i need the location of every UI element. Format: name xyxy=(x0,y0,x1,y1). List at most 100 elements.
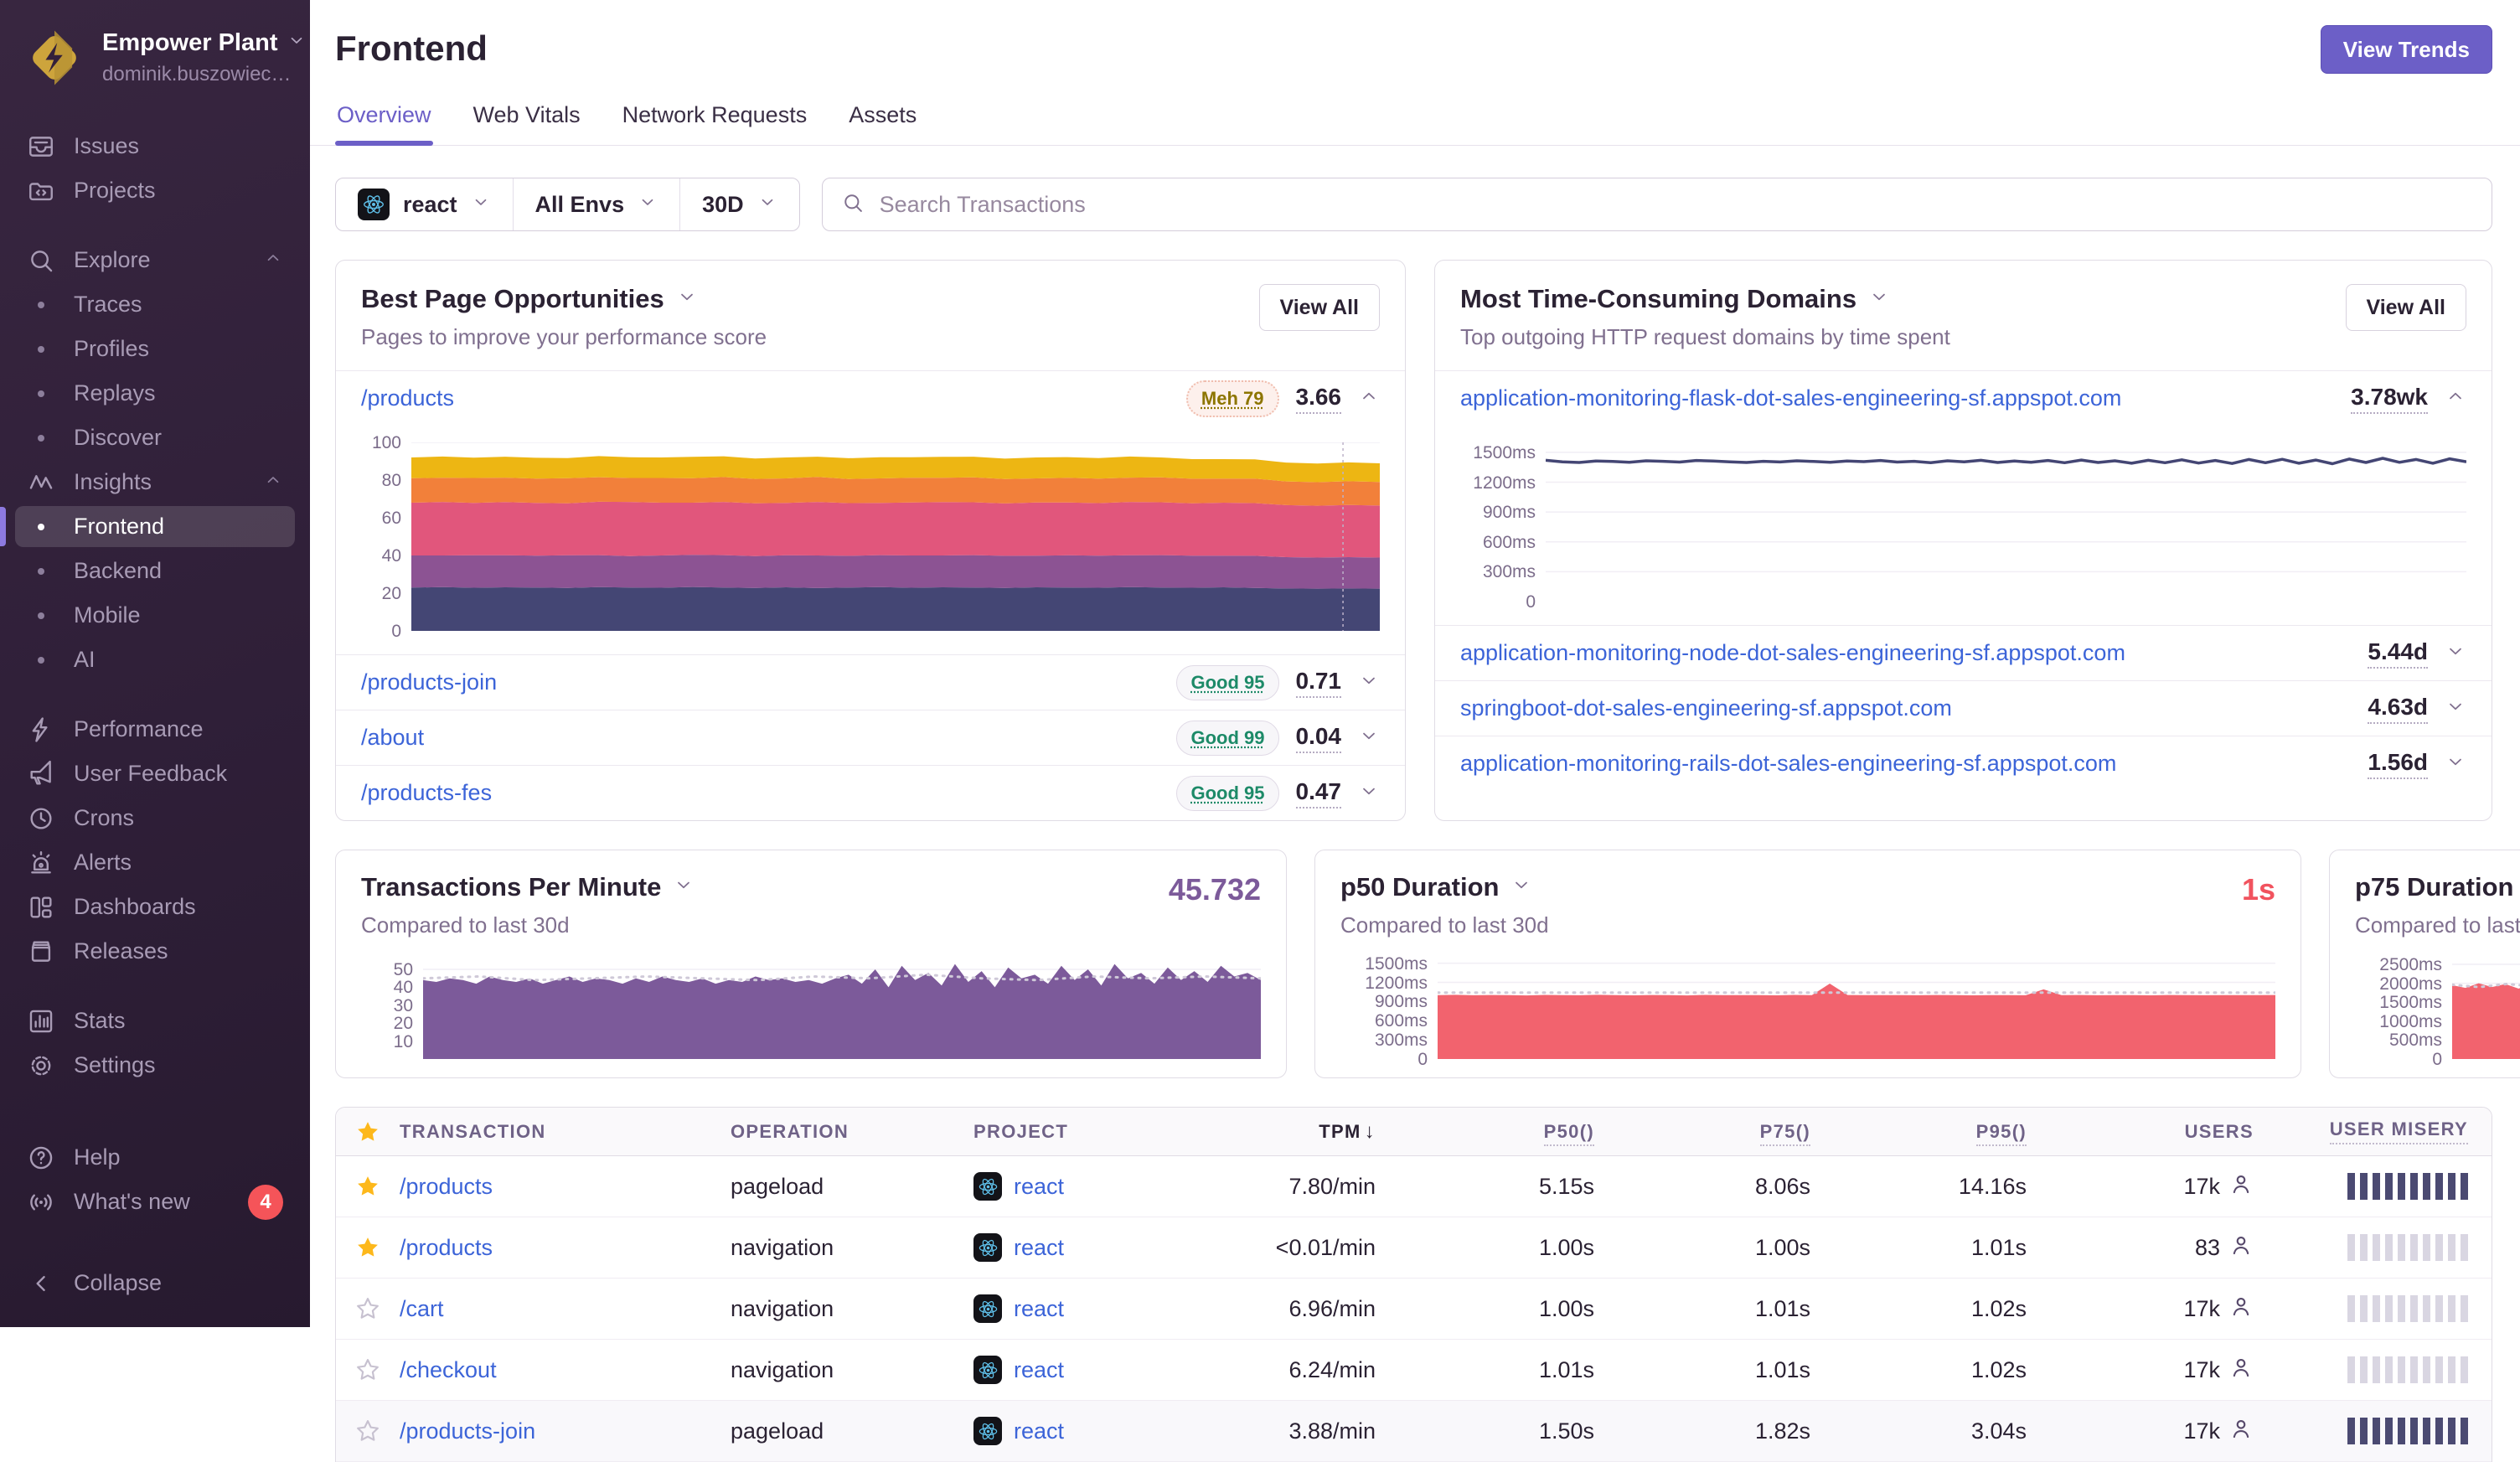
sidebar-item-issues[interactable]: Issues xyxy=(0,124,310,168)
sidebar-item-label: Backend xyxy=(74,558,163,583)
p95-cell: 1.02s xyxy=(1970,1295,2027,1321)
sidebar-item-mobile[interactable]: Mobile xyxy=(0,593,310,638)
tab-network-requests[interactable]: Network Requests xyxy=(621,92,809,145)
column-header-p75[interactable]: P75() xyxy=(1599,1120,1815,1146)
sidebar-item-stats[interactable]: Stats xyxy=(0,999,310,1043)
domain-link[interactable]: springboot-dot-sales-engineering-sf.apps… xyxy=(1460,695,1952,721)
column-header-p50[interactable]: P50() xyxy=(1381,1120,1599,1146)
sidebar-item-ai[interactable]: AI xyxy=(0,638,310,682)
panel-title[interactable]: Most Time-Consuming Domains xyxy=(1460,284,1950,314)
view-trends-button[interactable]: View Trends xyxy=(2320,25,2492,74)
star-filled-icon[interactable] xyxy=(336,1174,400,1199)
sidebar-item-profiles[interactable]: Profiles xyxy=(0,327,310,371)
sidebar-item-releases[interactable]: Releases xyxy=(0,929,310,974)
sidebar-item-collapse[interactable]: Collapse xyxy=(0,1261,310,1305)
sidebar-item-discover[interactable]: Discover xyxy=(0,416,310,460)
bullet-icon xyxy=(38,567,44,575)
p50-chart[interactable] xyxy=(1438,957,2275,1059)
column-header-project[interactable]: PROJECT xyxy=(973,1121,1164,1143)
chevron-down-icon[interactable] xyxy=(1358,780,1380,806)
transaction-link[interactable]: /products-fes xyxy=(361,780,492,806)
view-all-button[interactable]: View All xyxy=(2345,284,2466,331)
transaction-link[interactable]: /checkout xyxy=(400,1357,497,1382)
tab-assets[interactable]: Assets xyxy=(847,92,918,145)
project-link[interactable]: react xyxy=(1014,1296,1064,1322)
tab-overview[interactable]: Overview xyxy=(335,92,433,146)
project-link[interactable]: react xyxy=(1014,1357,1064,1383)
transaction-link[interactable]: /products xyxy=(400,1174,493,1199)
star-outline-icon[interactable] xyxy=(336,1418,400,1444)
tpm-chart[interactable] xyxy=(423,957,1261,1059)
sidebar-item-alerts[interactable]: Alerts xyxy=(0,840,310,885)
star-outline-icon[interactable] xyxy=(336,1357,400,1382)
transaction-link[interactable]: /products xyxy=(361,385,454,411)
table-row: /cart navigation react 6.96/min 1.00s 1.… xyxy=(336,1279,2492,1340)
column-header-p95[interactable]: P95() xyxy=(1815,1120,2032,1146)
sidebar-item-performance[interactable]: Performance xyxy=(0,707,310,752)
p75-chart[interactable] xyxy=(2452,957,2520,1059)
domain-link[interactable]: application-monitoring-flask-dot-sales-e… xyxy=(1460,385,2121,411)
project-link[interactable]: react xyxy=(1014,1418,1064,1444)
column-header-tpm[interactable]: TPM ↓ xyxy=(1164,1120,1381,1144)
sidebar-item-user-feedback[interactable]: User Feedback xyxy=(0,752,310,796)
tab-web-vitals[interactable]: Web Vitals xyxy=(472,92,582,145)
score-badge: Good 95 xyxy=(1176,664,1279,700)
star-filled-icon[interactable] xyxy=(336,1235,400,1260)
sidebar-item-help[interactable]: Help xyxy=(0,1135,310,1180)
p75-card: p75 Duration Compared to last 30d 2s 250… xyxy=(2329,850,2520,1078)
chevron-up-icon[interactable] xyxy=(2445,385,2466,411)
y-axis: 1500ms 1200ms 900ms 600ms 300ms 0 xyxy=(1473,443,1536,612)
sidebar-item-what-s-new[interactable]: What's new 4 xyxy=(0,1180,310,1224)
score-breakdown-chart[interactable] xyxy=(411,442,1380,631)
chevron-up-icon[interactable] xyxy=(1358,385,1380,411)
transaction-link[interactable]: /products-join xyxy=(361,669,497,695)
card-title[interactable]: p75 Duration xyxy=(2355,872,2520,902)
app-root: Empower Plant dominik.buszowiec… Issues P… xyxy=(0,0,2520,1462)
sidebar-item-traces[interactable]: Traces xyxy=(0,282,310,327)
bullet-icon xyxy=(38,390,44,397)
chevron-down-icon[interactable] xyxy=(1358,725,1380,751)
sidebar-item-projects[interactable]: Projects xyxy=(0,168,310,213)
chevron-down-icon[interactable] xyxy=(2445,640,2466,666)
sidebar-item-dashboards[interactable]: Dashboards xyxy=(0,885,310,929)
column-header-label: TRANSACTION xyxy=(400,1120,546,1142)
domain-row-featured: application-monitoring-flask-dot-sales-e… xyxy=(1435,370,2492,426)
card-title[interactable]: Transactions Per Minute xyxy=(361,872,695,902)
transaction-link[interactable]: /about xyxy=(361,725,424,751)
domain-link[interactable]: application-monitoring-rails-dot-sales-e… xyxy=(1460,751,2116,777)
domain-link[interactable]: application-monitoring-node-dot-sales-en… xyxy=(1460,640,2125,666)
column-header-transaction[interactable]: TRANSACTION xyxy=(400,1121,731,1143)
project-filter[interactable]: react xyxy=(336,178,514,230)
transaction-link[interactable]: /products xyxy=(400,1235,493,1260)
column-header-operation[interactable]: OPERATION xyxy=(731,1121,973,1143)
domain-duration-chart[interactable] xyxy=(1546,442,2466,602)
transaction-link[interactable]: /cart xyxy=(400,1296,444,1321)
sidebar-item-backend[interactable]: Backend xyxy=(0,549,310,593)
star-outline-icon[interactable] xyxy=(336,1296,400,1321)
search-transactions-field[interactable] xyxy=(821,178,2492,231)
project-link[interactable]: react xyxy=(1014,1174,1064,1200)
star-icon[interactable] xyxy=(336,1119,400,1144)
date-range-filter[interactable]: 30D xyxy=(680,178,799,230)
org-switcher[interactable]: Empower Plant dominik.buszowiec… xyxy=(0,22,310,90)
chevron-down-icon[interactable] xyxy=(1358,669,1380,695)
panel-title[interactable]: Best Page Opportunities xyxy=(361,284,767,314)
project-link[interactable]: react xyxy=(1014,1235,1064,1261)
environment-filter[interactable]: All Envs xyxy=(514,178,681,230)
sidebar-item-settings[interactable]: Settings xyxy=(0,1043,310,1087)
view-all-button[interactable]: View All xyxy=(1258,284,1380,331)
column-header-users[interactable]: USERS xyxy=(2032,1121,2259,1143)
user-misery-bars xyxy=(2342,1356,2468,1383)
column-header-user-misery[interactable]: USER MISERY xyxy=(2259,1118,2492,1144)
search-transactions-input[interactable] xyxy=(877,190,2473,219)
transaction-link[interactable]: /products-join xyxy=(400,1418,535,1444)
sidebar-item-explore[interactable]: Explore xyxy=(0,238,310,282)
crons-icon xyxy=(27,804,55,833)
card-title[interactable]: p50 Duration xyxy=(1340,872,1549,902)
sidebar-item-replays[interactable]: Replays xyxy=(0,371,310,416)
sidebar-item-crons[interactable]: Crons xyxy=(0,796,310,840)
chevron-down-icon[interactable] xyxy=(2445,751,2466,777)
chevron-down-icon[interactable] xyxy=(2445,695,2466,721)
sidebar-item-frontend[interactable]: Frontend xyxy=(0,504,310,549)
sidebar-item-insights[interactable]: Insights xyxy=(0,460,310,504)
